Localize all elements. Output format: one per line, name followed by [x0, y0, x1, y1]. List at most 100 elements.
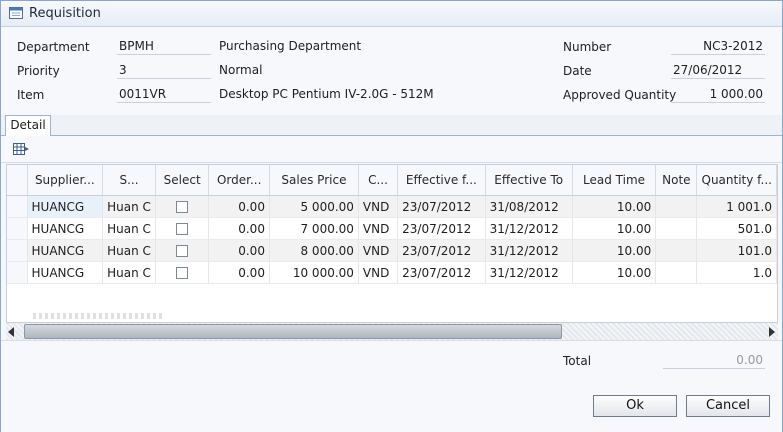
requisition-header: Department BPMH Purchasing Department Pr…	[1, 27, 782, 115]
quantity-cell[interactable]: 101.0	[696, 239, 777, 262]
row-selector[interactable]	[7, 195, 28, 218]
scroll-left-icon[interactable]	[8, 327, 14, 337]
select-cell	[155, 239, 210, 262]
column-header-order[interactable]: Order...	[208, 165, 270, 196]
number-field[interactable]: NC3-2012	[671, 39, 765, 55]
supplier-cell[interactable]: HUANCG	[27, 195, 104, 218]
table-row[interactable]: HUANCG Huan C 0.00 7 000.00 VND 23/07/20…	[7, 217, 777, 240]
supplier-short-cell[interactable]: Huan C	[102, 195, 156, 218]
supplier-grid: Supplier... S... Select Order... Sales P…	[6, 164, 778, 324]
note-cell[interactable]	[655, 217, 698, 240]
supplier-short-cell[interactable]: Huan C	[102, 239, 156, 262]
table-row[interactable]: HUANCG Huan C 0.00 10 000.00 VND 23/07/2…	[7, 261, 777, 284]
approved-quantity-field[interactable]: 1 000.00	[671, 87, 765, 103]
column-header-supplier[interactable]: Supplier...	[27, 165, 104, 196]
column-header-effective-to[interactable]: Effective To	[485, 165, 573, 196]
effective-from-cell[interactable]: 23/07/2012	[397, 195, 486, 218]
dialog-footer: Total 0.00 Ok Cancel	[1, 340, 782, 432]
order-cell[interactable]: 0.00	[208, 195, 270, 218]
department-name: Purchasing Department	[219, 39, 362, 53]
supplier-cell[interactable]: HUANCG	[27, 239, 104, 262]
order-cell[interactable]: 0.00	[208, 261, 270, 284]
column-chooser-icon[interactable]	[13, 142, 29, 156]
title-bar: Requisition	[1, 1, 782, 27]
column-header-effective-from[interactable]: Effective f...	[397, 165, 486, 196]
supplier-short-cell[interactable]: Huan C	[102, 261, 156, 284]
scroll-right-icon[interactable]	[769, 327, 775, 337]
lead-time-cell[interactable]: 10.00	[572, 261, 657, 284]
currency-cell[interactable]: VND	[358, 195, 399, 218]
supplier-cell[interactable]: HUANCG	[27, 217, 104, 240]
column-header-sales-price[interactable]: Sales Price	[269, 165, 359, 196]
row-selector[interactable]	[7, 261, 28, 284]
order-cell[interactable]: 0.00	[208, 217, 270, 240]
sales-price-cell[interactable]: 8 000.00	[269, 239, 359, 262]
requisition-window: Requisition Department BPMH Purchasing D…	[0, 0, 783, 432]
item-label: Item	[17, 88, 45, 102]
supplier-short-cell[interactable]: Huan C	[102, 217, 156, 240]
currency-cell[interactable]: VND	[358, 261, 399, 284]
lead-time-cell[interactable]: 10.00	[572, 239, 657, 262]
priority-name: Normal	[219, 63, 263, 77]
ok-button[interactable]: Ok	[593, 395, 677, 417]
select-checkbox[interactable]	[176, 201, 189, 213]
column-header-quantity[interactable]: Quantity f...	[696, 165, 777, 196]
sales-price-cell[interactable]: 10 000.00	[269, 261, 359, 284]
item-code-field[interactable]: 0011VR	[117, 87, 211, 103]
order-cell[interactable]: 0.00	[208, 239, 270, 262]
total-field: 0.00	[663, 353, 765, 369]
effective-from-cell[interactable]: 23/07/2012	[397, 239, 486, 262]
horizontal-scrollbar[interactable]	[6, 322, 778, 341]
select-checkbox[interactable]	[176, 245, 189, 257]
department-code-field[interactable]: BPMH	[117, 39, 211, 55]
grid-toolbar	[1, 136, 782, 163]
column-header-select[interactable]: Select	[155, 165, 210, 196]
sales-price-cell[interactable]: 5 000.00	[269, 195, 359, 218]
window-title: Requisition	[29, 6, 101, 21]
column-header-s[interactable]: S...	[102, 165, 156, 196]
select-checkbox[interactable]	[176, 223, 189, 235]
quantity-cell[interactable]: 1.0	[696, 261, 777, 284]
column-header-currency[interactable]: C...	[358, 165, 399, 196]
render-artifact	[33, 313, 163, 319]
quantity-cell[interactable]: 1 001.0	[696, 195, 777, 218]
table-row[interactable]: HUANCG Huan C 0.00 5 000.00 VND 23/07/20…	[7, 195, 777, 218]
effective-from-cell[interactable]: 23/07/2012	[397, 217, 486, 240]
currency-cell[interactable]: VND	[358, 239, 399, 262]
grid-header-row: Supplier... S... Select Order... Sales P…	[7, 165, 777, 196]
item-name: Desktop PC Pentium IV-2.0G - 512M	[219, 87, 434, 101]
quantity-cell[interactable]: 501.0	[696, 217, 777, 240]
column-header-lead-time[interactable]: Lead Time	[572, 165, 657, 196]
effective-to-cell[interactable]: 31/08/2012	[485, 195, 573, 218]
note-cell[interactable]	[655, 261, 698, 284]
column-header-note[interactable]: Note	[655, 165, 698, 196]
number-label: Number	[563, 40, 612, 54]
supplier-cell[interactable]: HUANCG	[27, 261, 104, 284]
currency-cell[interactable]: VND	[358, 217, 399, 240]
row-selector[interactable]	[7, 217, 28, 240]
note-cell[interactable]	[655, 239, 698, 262]
scrollbar-thumb[interactable]	[24, 324, 562, 339]
select-cell	[155, 195, 210, 218]
note-cell[interactable]	[655, 195, 698, 218]
date-field[interactable]: 27/06/2012	[671, 63, 765, 79]
select-cell	[155, 217, 210, 240]
row-selector[interactable]	[7, 239, 28, 262]
effective-to-cell[interactable]: 31/12/2012	[485, 261, 573, 284]
effective-from-cell[interactable]: 23/07/2012	[397, 261, 486, 284]
priority-label: Priority	[17, 64, 60, 78]
lead-time-cell[interactable]: 10.00	[572, 217, 657, 240]
tab-detail[interactable]: Detail	[5, 115, 51, 137]
date-label: Date	[563, 64, 592, 78]
effective-to-cell[interactable]: 31/12/2012	[485, 239, 573, 262]
sales-price-cell[interactable]: 7 000.00	[269, 217, 359, 240]
select-checkbox[interactable]	[176, 267, 189, 279]
effective-to-cell[interactable]: 31/12/2012	[485, 217, 573, 240]
table-row[interactable]: HUANCG Huan C 0.00 8 000.00 VND 23/07/20…	[7, 239, 777, 262]
row-header-corner	[7, 165, 28, 196]
select-cell	[155, 261, 210, 284]
cancel-button[interactable]: Cancel	[686, 395, 770, 417]
priority-code-field[interactable]: 3	[117, 63, 211, 79]
lead-time-cell[interactable]: 10.00	[572, 195, 657, 218]
total-label: Total	[563, 354, 592, 368]
